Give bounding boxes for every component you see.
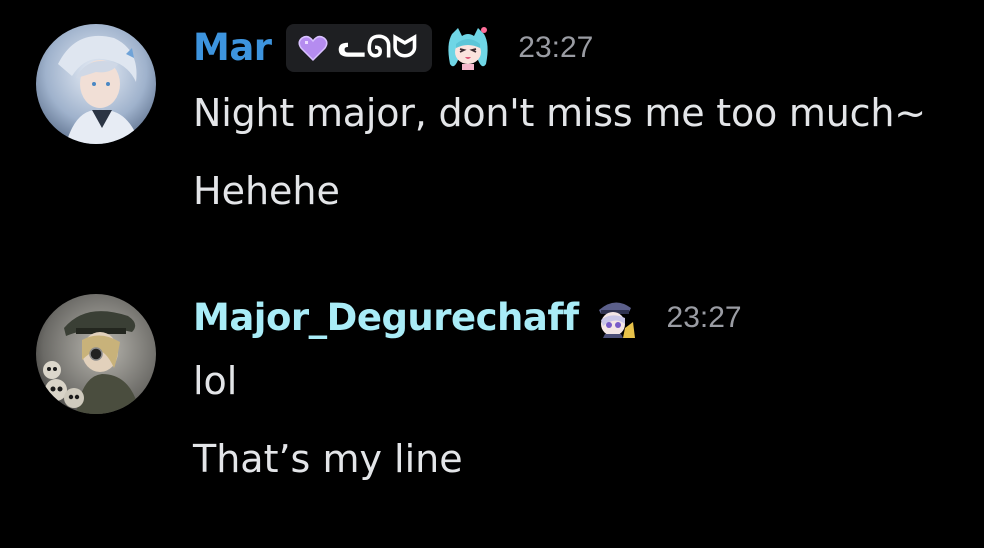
message-line: That’s my line (193, 437, 463, 481)
username[interactable]: Mar (193, 22, 272, 74)
clan-tag-text: ᓚᘏᗢ (337, 30, 419, 65)
username[interactable]: Major_Degurechaff (193, 292, 579, 344)
timestamp[interactable]: 23:27 (667, 292, 742, 344)
avatar-mar[interactable] (36, 24, 156, 144)
message-line: Night major, don't miss me too much~ (193, 91, 926, 135)
chibi-officer-emoji-icon (598, 302, 635, 338)
message-line: Hehehe (193, 169, 340, 213)
clan-tag[interactable]: ᓚᘏᗢ (285, 24, 433, 72)
avatar-major-degurechaff[interactable] (36, 294, 156, 414)
cyan-hair-catgirl-emoji-icon (448, 27, 488, 70)
timestamp[interactable]: 23:27 (518, 22, 593, 74)
message-line: lol (193, 359, 238, 403)
avatar-soldier-with-skulls-icon (36, 294, 156, 414)
avatar-silver-haired-character-icon (36, 24, 156, 144)
purple-heart-icon (298, 35, 328, 62)
